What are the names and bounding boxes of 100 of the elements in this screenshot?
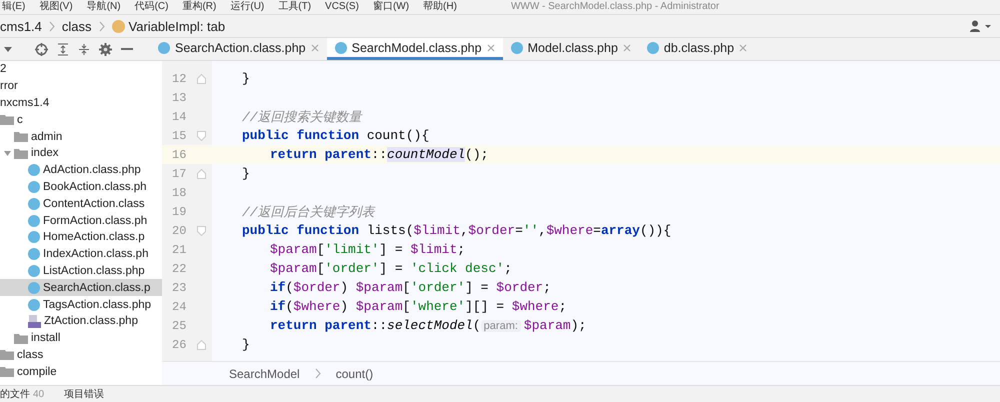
- editor-tab[interactable]: SearchModel.class.php: [326, 38, 503, 60]
- menu-item[interactable]: 帮助(H): [423, 1, 457, 13]
- editor-tab[interactable]: SearchAction.class.php: [150, 38, 327, 60]
- expand-all-icon[interactable]: [57, 42, 69, 56]
- class-icon: [28, 231, 40, 244]
- code-path-item[interactable]: count(): [336, 366, 374, 380]
- breadcrumb-item[interactable]: VariableImpl: tab: [112, 18, 226, 34]
- tree-item[interactable]: BookAction.class.ph: [0, 178, 162, 196]
- code-token: }: [242, 166, 250, 181]
- menu-item[interactable]: 运行(U): [230, 1, 264, 13]
- target-icon[interactable]: [35, 42, 48, 56]
- close-icon[interactable]: [622, 44, 631, 52]
- line-number: 22: [172, 262, 186, 276]
- code-token: ;: [558, 299, 567, 314]
- breadcrumb-item[interactable]: class: [62, 18, 92, 34]
- code-token: [: [402, 299, 410, 314]
- breadcrumb-item[interactable]: cms1.4: [0, 18, 42, 34]
- tree-item[interactable]: SearchAction.class.p: [0, 279, 162, 296]
- fold-marker-icon[interactable]: [197, 168, 206, 178]
- tree-item[interactable]: HomeAction.class.p: [0, 228, 162, 246]
- code-token: $order: [468, 223, 516, 238]
- tree-item[interactable]: IndexAction.class.ph: [0, 246, 162, 263]
- code-token: =: [593, 223, 601, 238]
- tree-item[interactable]: 2: [0, 61, 162, 78]
- code-token: ()){: [640, 223, 672, 238]
- folder-icon: [0, 366, 14, 378]
- code-token: if: [270, 280, 286, 295]
- code-token: selectModel: [387, 318, 473, 333]
- chevron-icon: [314, 368, 321, 379]
- tree-item[interactable]: install: [0, 330, 162, 347]
- code-token: ): [340, 280, 350, 295]
- code-token: //返回后台关键字列表: [242, 204, 375, 220]
- code-token: $order: [293, 280, 340, 295]
- tree-item[interactable]: nxcms1.4: [0, 94, 162, 112]
- code-token: [: [316, 261, 325, 276]
- chevron-icon: [98, 20, 105, 32]
- code-token: 'limit': [324, 242, 380, 257]
- tree-item[interactable]: c: [0, 111, 162, 128]
- code-token: [: [316, 242, 325, 257]
- code-token: $order: [496, 280, 544, 295]
- code-token: lists(: [366, 223, 414, 238]
- editor-tab[interactable]: Model.class.php: [502, 38, 639, 60]
- menu-item[interactable]: 辑(E): [2, 1, 26, 13]
- fold-marker-icon[interactable]: [197, 130, 206, 140]
- user-dropdown-icon[interactable]: [970, 20, 992, 32]
- tree-item[interactable]: FormAction.class.ph: [0, 212, 162, 229]
- close-icon[interactable]: [310, 44, 319, 52]
- code-token: $where: [293, 299, 340, 314]
- code-token: if: [270, 299, 286, 314]
- class-icon: [334, 42, 347, 54]
- tree-item[interactable]: index: [0, 144, 162, 162]
- tree-item[interactable]: ListAction.class.php: [0, 262, 162, 280]
- close-icon[interactable]: [739, 44, 748, 52]
- status-tab[interactable]: 的文件 40: [0, 387, 44, 401]
- code-token: ,: [460, 223, 468, 238]
- code-token: ] =: [465, 280, 490, 295]
- window-title: WWW - SearchModel.class.php - Administrator: [510, 1, 720, 13]
- code-token: 'where': [410, 299, 466, 314]
- menu-item[interactable]: 工具(T): [278, 1, 312, 13]
- tree-item[interactable]: AdAction.class.php: [0, 162, 162, 179]
- settings-icon[interactable]: [99, 42, 112, 56]
- tree-item[interactable]: class: [0, 346, 162, 364]
- close-icon[interactable]: [486, 44, 495, 52]
- line-number: 14: [172, 110, 186, 124]
- caret-icon[interactable]: [4, 46, 12, 52]
- tree-item[interactable]: TagsAction.class.php: [0, 296, 162, 313]
- tree-item[interactable]: admin: [0, 128, 162, 145]
- code-token: public function: [242, 223, 360, 238]
- class-icon: [510, 42, 523, 54]
- menu-item[interactable]: VCS(S): [325, 1, 359, 13]
- code-token: return parent: [270, 318, 372, 333]
- tree-item[interactable]: ContentAction.class: [0, 195, 162, 212]
- tree-item[interactable]: compile: [0, 363, 162, 380]
- fold-marker-icon[interactable]: [197, 74, 206, 84]
- php-file-icon: [28, 314, 41, 328]
- chevron-icon: [48, 20, 55, 32]
- code-token: '': [522, 223, 538, 238]
- menu-item[interactable]: 窗口(W): [372, 1, 410, 13]
- code-token: return parent: [270, 147, 372, 162]
- line-number: 20: [172, 224, 186, 238]
- code-path-item[interactable]: SearchModel: [229, 366, 300, 380]
- folder-icon: [14, 131, 28, 142]
- code-token: $param: [356, 299, 403, 314]
- menu-item[interactable]: 导航(N): [86, 1, 121, 13]
- code-token: (: [472, 318, 481, 333]
- fold-marker-icon[interactable]: [197, 226, 206, 236]
- collapse-all-icon[interactable]: [78, 42, 90, 56]
- status-tab[interactable]: 项目错误: [64, 387, 104, 401]
- code-token: $param: [356, 280, 403, 295]
- menu-item[interactable]: 代码(C): [134, 1, 168, 13]
- code-token: ;: [504, 261, 512, 276]
- fold-marker-icon[interactable]: [197, 340, 206, 350]
- tree-item[interactable]: rror: [0, 78, 162, 95]
- code-token: public function: [242, 128, 360, 143]
- tree-item[interactable]: ZtAction.class.php: [0, 312, 162, 330]
- menu-item[interactable]: 重构(R): [182, 1, 216, 13]
- code-token: (: [286, 280, 294, 295]
- editor-tab[interactable]: db.class.php: [638, 38, 756, 60]
- menu-item[interactable]: 视图(V): [39, 1, 73, 13]
- line-number: 12: [172, 72, 186, 86]
